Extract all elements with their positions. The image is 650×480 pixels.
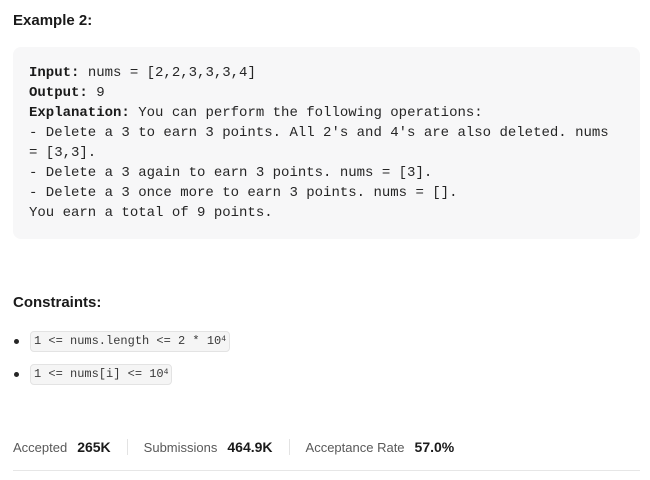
submissions-value: 464.9K bbox=[227, 439, 273, 455]
constraint-code: 1 <= nums[i] <= 104 bbox=[30, 363, 173, 385]
example-code-block: Input: nums = [2,2,3,3,3,4] Output: 9 Ex… bbox=[13, 47, 640, 239]
constraint-code: 1 <= nums.length <= 2 * 104 bbox=[30, 330, 231, 352]
output-line: Output: 9 bbox=[29, 83, 624, 103]
bullet-icon bbox=[14, 338, 19, 344]
accepted-value: 265K bbox=[77, 439, 111, 455]
constraint-item: 1 <= nums.length <= 2 * 104 bbox=[13, 330, 231, 352]
output-label: Output: bbox=[29, 85, 88, 101]
constraint-text: 1 <= nums.length <= 2 * 10 bbox=[34, 333, 222, 348]
explanation-line: Explanation: You can perform the followi… bbox=[29, 103, 624, 123]
explanation-step: = [3,3]. bbox=[29, 145, 97, 161]
stat-divider bbox=[288, 439, 290, 455]
input-label: Input: bbox=[29, 65, 80, 81]
constraint-text: 1 <= nums[i] <= 10 bbox=[34, 366, 164, 381]
explanation-step: - Delete a 3 once more to earn 3 points.… bbox=[29, 185, 458, 201]
constraint-exponent: 4 bbox=[163, 367, 169, 377]
constraints-title: Constraints: bbox=[13, 294, 102, 311]
acceptance-rate-label: Acceptance Rate bbox=[305, 439, 405, 455]
input-value: nums = [2,2,3,3,3,4] bbox=[79, 65, 256, 81]
accepted-label: Accepted bbox=[13, 439, 68, 455]
stat-divider bbox=[126, 439, 128, 455]
explanation-step: - Delete a 3 again to earn 3 points. num… bbox=[29, 165, 433, 181]
input-line: Input: nums = [2,2,3,3,3,4] bbox=[29, 63, 624, 83]
submissions-label: Submissions bbox=[143, 439, 218, 455]
constraint-exponent: 4 bbox=[221, 334, 227, 344]
explanation-summary: You earn a total of 9 points. bbox=[29, 205, 273, 221]
divider bbox=[13, 470, 640, 471]
output-value: 9 bbox=[87, 85, 105, 101]
constraint-item: 1 <= nums[i] <= 104 bbox=[13, 363, 173, 385]
bullet-icon bbox=[14, 371, 19, 377]
explanation-step: - Delete a 3 to earn 3 points. All 2's a… bbox=[29, 125, 609, 141]
explanation-value: You can perform the following operations… bbox=[129, 105, 483, 121]
acceptance-rate-value: 57.0% bbox=[414, 439, 455, 455]
stats-row: Accepted 265K Submissions 464.9K Accepta… bbox=[13, 436, 454, 458]
example-title: Example 2: bbox=[13, 12, 93, 29]
explanation-label: Explanation: bbox=[29, 105, 130, 121]
